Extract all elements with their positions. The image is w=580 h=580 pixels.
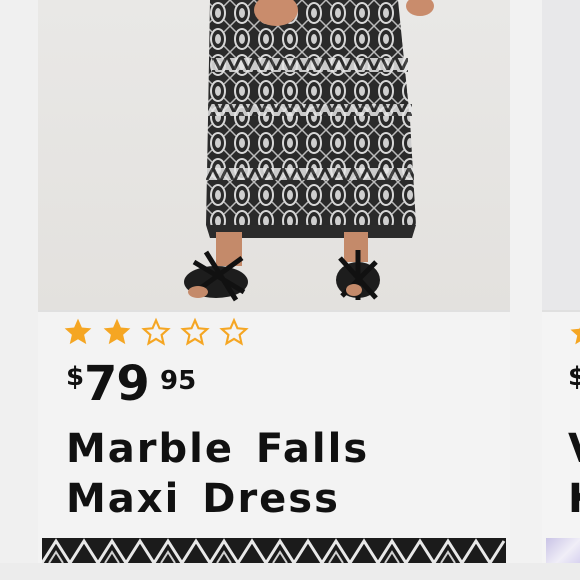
price-cents: 95 <box>160 366 197 396</box>
image-divider <box>38 310 510 312</box>
next-row-product-image[interactable] <box>42 538 506 563</box>
rating-stars <box>62 316 250 348</box>
price-currency: $ <box>66 362 85 392</box>
star-outline-icon <box>180 317 210 346</box>
next-row-product-image-2[interactable] <box>546 538 580 563</box>
next-product-title-line-2[interactable]: K <box>568 474 580 524</box>
product-title-line-2[interactable]: Maxi Dress <box>66 474 496 524</box>
product-title[interactable]: Marble Falls Maxi Dress <box>66 424 496 524</box>
next-product-image[interactable] <box>542 0 580 310</box>
next-product-card[interactable]: $ V K <box>542 0 580 563</box>
star-outline-icon <box>141 317 171 346</box>
next-product-title-line-1[interactable]: V <box>568 424 580 474</box>
bottom-edge <box>0 563 580 580</box>
star-filled-icon <box>570 327 580 345</box>
price-dollars: 79 <box>84 356 150 412</box>
product-image[interactable] <box>38 0 510 310</box>
star-filled-icon <box>103 318 131 345</box>
product-title-line-1[interactable]: Marble Falls <box>66 424 496 474</box>
product-card[interactable]: $ 79 95 Marble Falls Maxi Dress <box>38 0 510 563</box>
star-filled-icon <box>64 318 92 345</box>
next-price-currency: $ <box>568 362 580 392</box>
next-image-divider <box>542 310 580 312</box>
page-gutter <box>0 0 38 580</box>
product-photo-illustration <box>184 0 434 302</box>
star-outline-icon <box>219 317 249 346</box>
pattern-thumbnail <box>42 538 506 563</box>
